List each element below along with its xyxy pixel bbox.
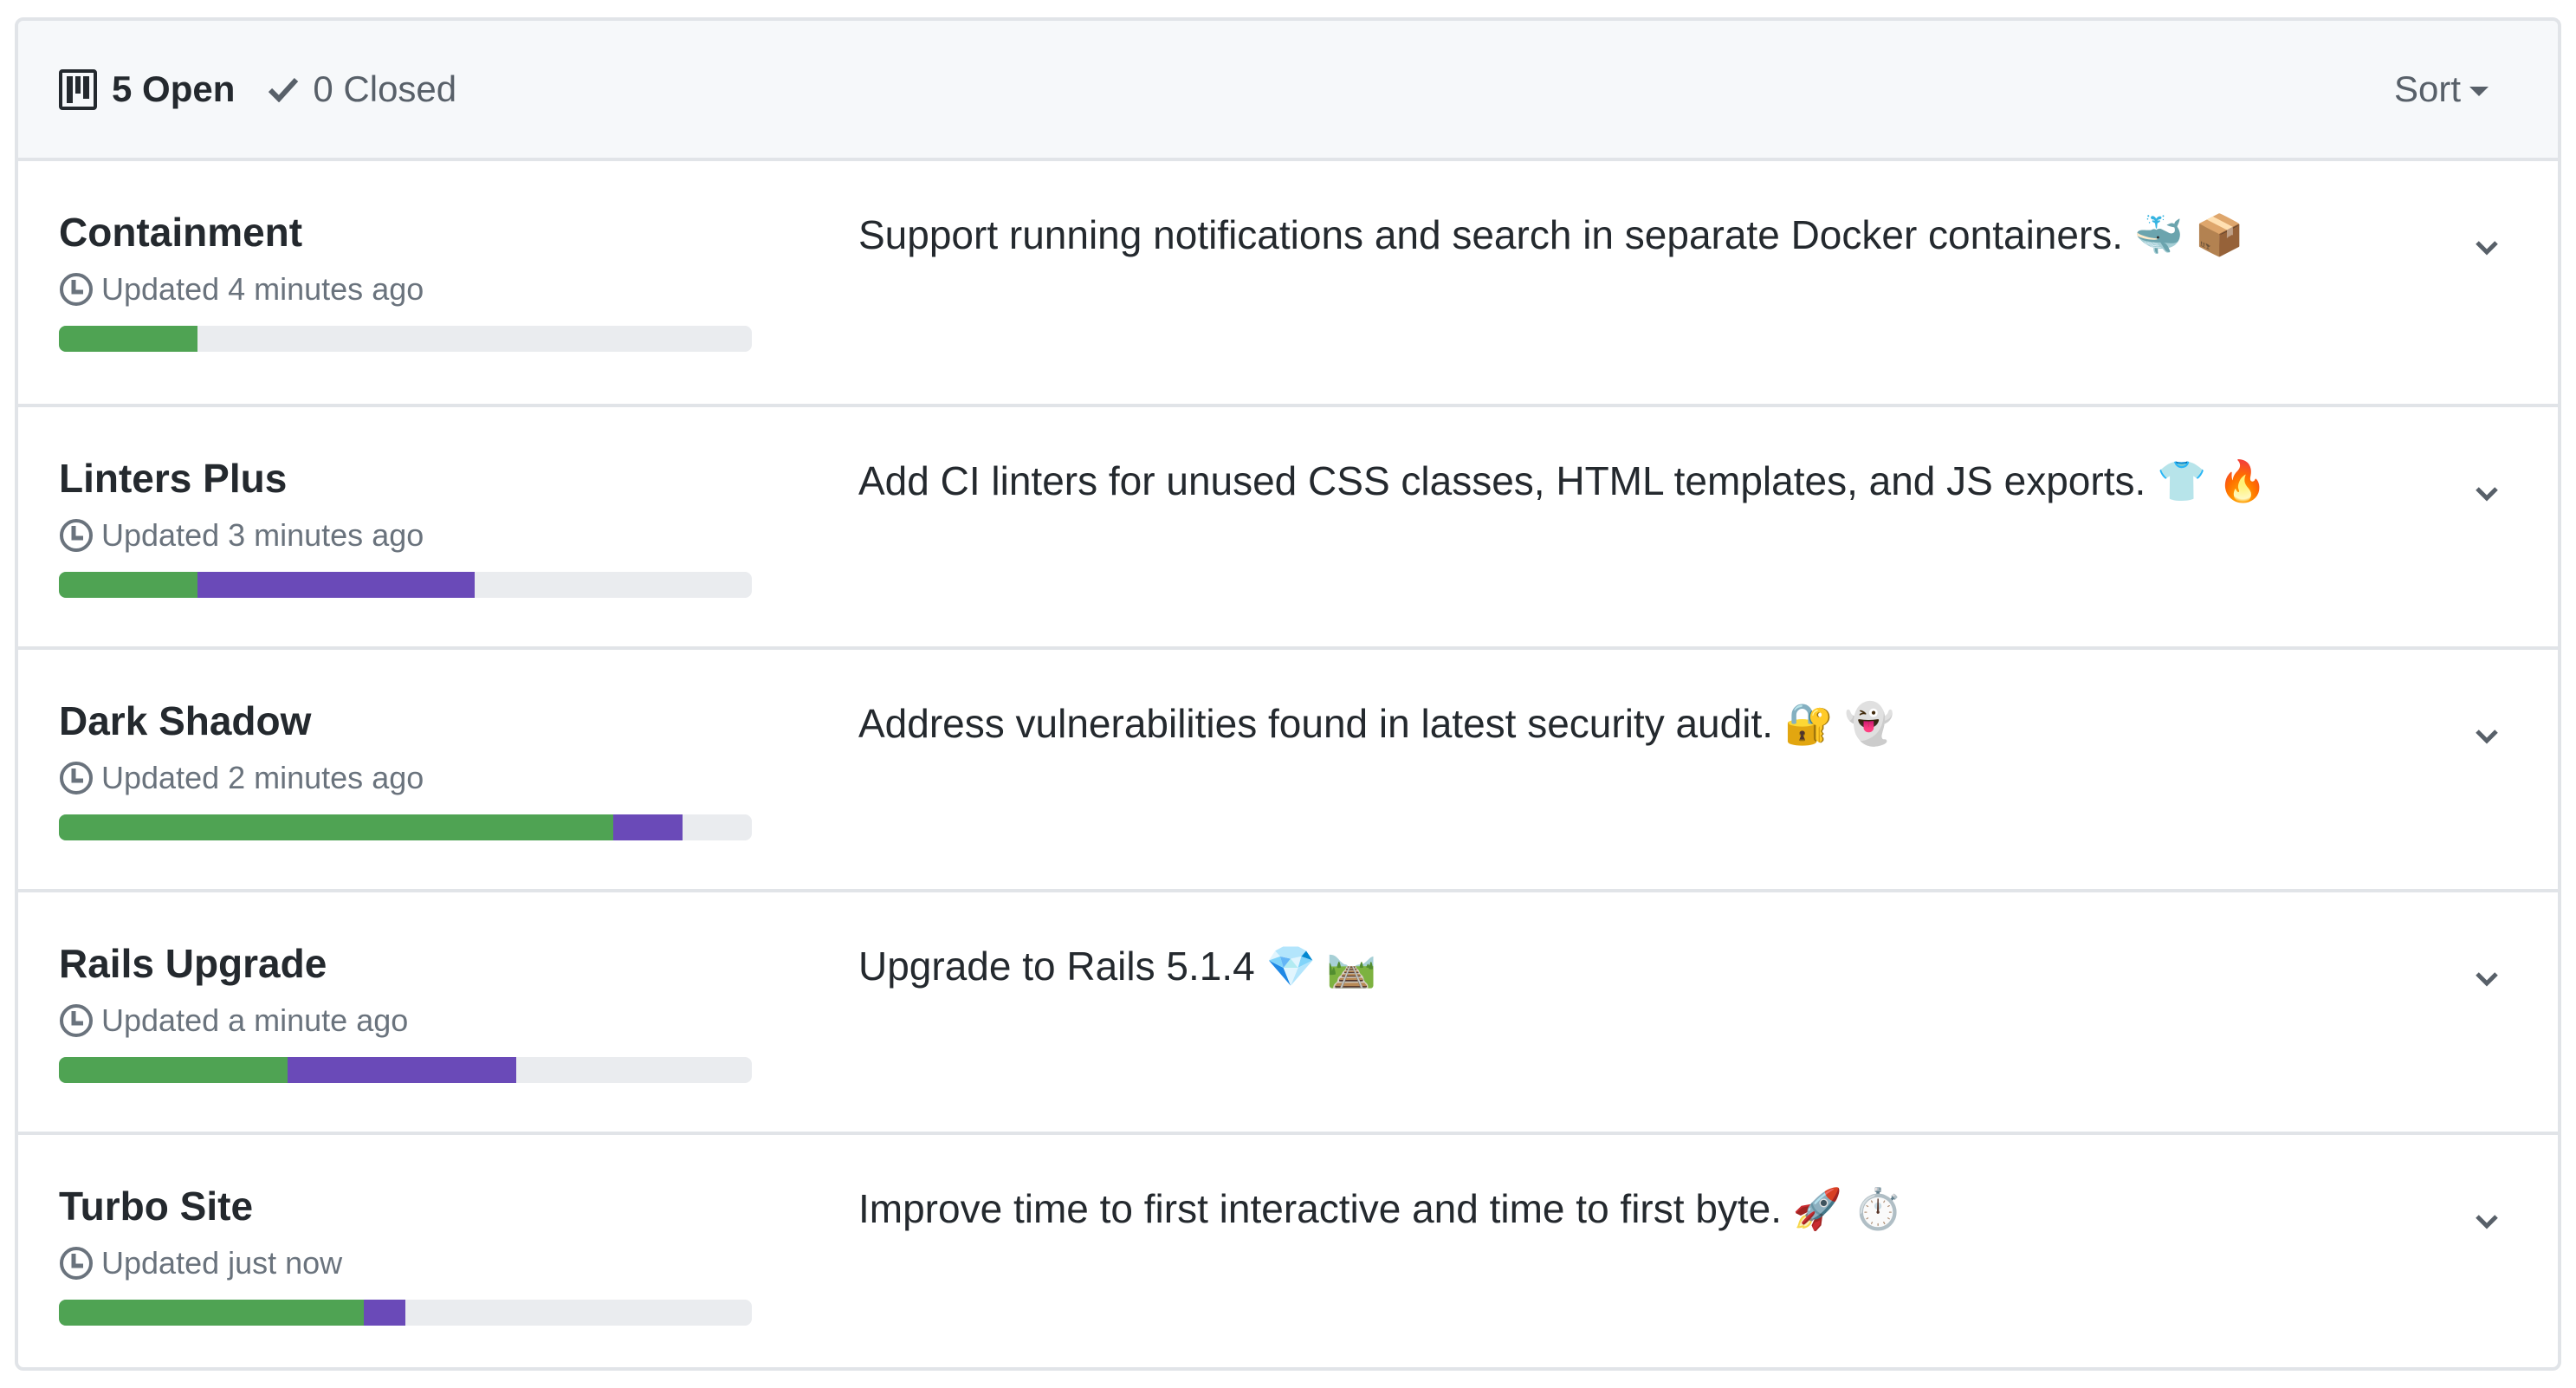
progress-bar <box>59 814 752 840</box>
project-description: Support running notifications and search… <box>858 212 2245 257</box>
project-summary: Rails Upgrade Updated a minute ago <box>59 939 752 1083</box>
project-rows: Containment Updated 4 minutes ago Suppor… <box>18 161 2558 1367</box>
progress-in-progress-segment <box>613 814 683 840</box>
project-title[interactable]: Dark Shadow <box>59 697 752 745</box>
progress-bar <box>59 572 752 598</box>
project-updated-text: Updated 4 minutes ago <box>101 271 424 307</box>
progress-bar <box>59 326 752 352</box>
project-row: Dark Shadow Updated 2 minutes ago Addres… <box>18 646 2558 889</box>
clock-icon <box>60 1004 93 1037</box>
progress-done-segment <box>59 326 197 352</box>
progress-done-segment <box>59 1300 364 1326</box>
project-row: Rails Upgrade Updated a minute ago Upgra… <box>18 889 2558 1132</box>
project-icon <box>59 68 97 110</box>
project-description: Improve time to first interactive and ti… <box>858 1186 1904 1231</box>
project-summary: Containment Updated 4 minutes ago <box>59 208 752 352</box>
clock-icon <box>60 273 93 306</box>
chevron-down-icon[interactable] <box>2469 230 2504 265</box>
project-updated-text: Updated 3 minutes ago <box>101 517 424 553</box>
sort-dropdown[interactable]: Sort <box>2394 21 2489 158</box>
closed-projects-tab[interactable]: 0 Closed <box>268 68 456 110</box>
state-filters: 5 Open 0 Closed <box>59 21 456 158</box>
project-updated: Updated 3 minutes ago <box>59 516 752 555</box>
project-row: Linters Plus Updated 3 minutes ago Add C… <box>18 404 2558 646</box>
chevron-down-icon[interactable] <box>2469 477 2504 511</box>
projects-header: 5 Open 0 Closed Sort <box>18 21 2558 161</box>
progress-done-segment <box>59 814 613 840</box>
chevron-down-icon[interactable] <box>2469 1204 2504 1239</box>
project-updated-text: Updated just now <box>101 1245 343 1281</box>
projects-list: 5 Open 0 Closed Sort Containment Updated <box>15 17 2561 1371</box>
project-title[interactable]: Turbo Site <box>59 1182 752 1230</box>
project-updated: Updated just now <box>59 1244 752 1282</box>
project-description: Add CI linters for unused CSS classes, H… <box>858 458 2268 503</box>
project-updated: Updated 4 minutes ago <box>59 270 752 308</box>
sort-label: Sort <box>2393 68 2461 109</box>
progress-bar <box>59 1057 752 1083</box>
closed-count-label: 0 Closed <box>313 68 457 109</box>
project-description: Upgrade to Rails 5.1.4 💎 🛤️ <box>858 944 1376 989</box>
project-updated: Updated a minute ago <box>59 1002 752 1040</box>
project-summary: Linters Plus Updated 3 minutes ago <box>59 454 752 598</box>
open-projects-tab[interactable]: 5 Open <box>59 68 235 110</box>
progress-in-progress-segment <box>364 1300 405 1326</box>
project-summary: Dark Shadow Updated 2 minutes ago <box>59 697 752 840</box>
clock-icon <box>60 1247 93 1280</box>
project-title[interactable]: Containment <box>59 208 752 256</box>
project-summary: Turbo Site Updated just now <box>59 1182 752 1326</box>
clock-icon <box>60 519 93 552</box>
project-updated: Updated 2 minutes ago <box>59 759 752 797</box>
project-updated-text: Updated 2 minutes ago <box>101 760 424 795</box>
project-row: Containment Updated 4 minutes ago Suppor… <box>18 161 2558 404</box>
progress-done-segment <box>59 572 197 598</box>
project-title[interactable]: Rails Upgrade <box>59 939 752 988</box>
project-title[interactable]: Linters Plus <box>59 454 752 503</box>
chevron-down-icon[interactable] <box>2469 962 2504 996</box>
open-count-label: 5 Open <box>112 68 236 109</box>
progress-in-progress-segment <box>197 572 475 598</box>
progress-bar <box>59 1300 752 1326</box>
clock-icon <box>60 762 93 795</box>
caret-down-icon <box>2469 86 2489 96</box>
project-description: Address vulnerabilities found in latest … <box>858 701 1895 746</box>
project-row: Turbo Site Updated just now Improve time… <box>18 1132 2558 1367</box>
progress-done-segment <box>59 1057 288 1083</box>
progress-in-progress-segment <box>288 1057 516 1083</box>
project-updated-text: Updated a minute ago <box>101 1002 409 1038</box>
chevron-down-icon[interactable] <box>2469 719 2504 754</box>
check-icon <box>269 77 299 102</box>
